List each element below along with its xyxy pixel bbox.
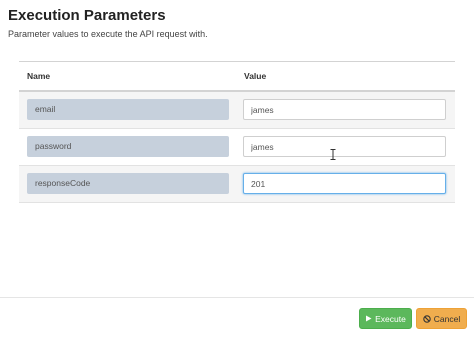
table-header: Name Value [19,61,455,92]
parameter-value-input[interactable] [243,173,446,194]
parameter-value-input[interactable] [243,136,446,157]
cancel-button[interactable]: Cancel [416,308,467,329]
execution-parameters-dialog: Execution Parameters Parameter values to… [0,0,474,340]
execute-label: Execute [375,313,406,324]
dialog-subtitle: Parameter values to execute the API requ… [8,29,208,39]
execute-button[interactable]: Execute [359,308,412,329]
cancel-label: Cancel [433,313,461,324]
table-row: responseCode [19,166,455,203]
play-icon [365,315,372,322]
parameter-name: password [27,136,229,157]
parameter-value-input[interactable] [243,99,446,120]
footer-divider [0,297,474,298]
parameter-name: responseCode [27,173,229,194]
dialog-title: Execution Parameters [8,7,166,24]
value-column-header: Value [244,71,267,81]
table-row: email [19,92,455,129]
parameters-table: Name Value email password responseCode [19,61,455,203]
table-row: password [19,129,455,166]
ban-icon [423,314,431,323]
parameter-name: email [27,99,229,120]
name-column-header: Name [27,71,51,81]
text-cursor-icon [330,147,336,160]
